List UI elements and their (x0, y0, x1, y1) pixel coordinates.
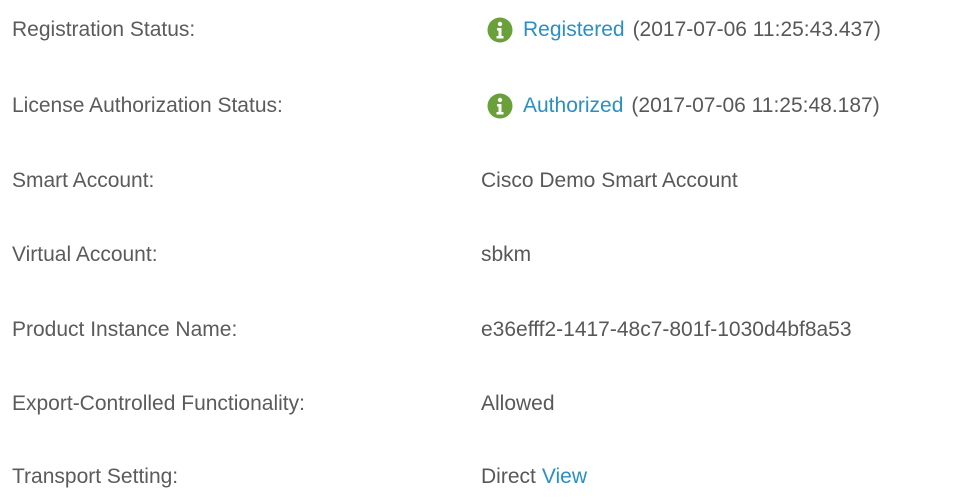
transport-view-link[interactable]: View (542, 465, 587, 489)
registration-timestamp: (2017-07-06 11:25:43.437) (632, 18, 881, 41)
license-authorization-status-label: License Authorization Status: (12, 94, 283, 117)
registration-status-value: Registered (2017-07-06 11:25:43.437) (487, 17, 881, 43)
transport-setting-label: Transport Setting: (12, 465, 179, 488)
info-icon (487, 93, 513, 119)
smart-account-value: Cisco Demo Smart Account (481, 169, 738, 192)
virtual-account-row: Virtual Account: sbkm (0, 235, 972, 275)
export-controlled-functionality-label: Export-Controlled Functionality: (12, 392, 305, 415)
license-authorization-timestamp: (2017-07-06 11:25:48.187) (631, 94, 880, 117)
smart-account-label: Smart Account: (12, 169, 155, 192)
export-controlled-functionality-row: Export-Controlled Functionality: Allowed (0, 384, 972, 424)
product-instance-name-value: e36efff2-1417-48c7-801f-1030d4bf8a53 (481, 318, 852, 341)
registered-status-link[interactable]: Registered (523, 18, 625, 42)
transport-setting-value: Direct View (481, 465, 587, 489)
info-icon (487, 17, 513, 43)
license-authorization-status-row: License Authorization Status: Authorized… (0, 86, 972, 126)
transport-setting-mode: Direct (481, 465, 536, 488)
export-controlled-functionality-value: Allowed (481, 392, 555, 415)
smart-license-status-panel: Registration Status: Registered (2017-07… (0, 0, 972, 491)
virtual-account-label: Virtual Account: (12, 243, 158, 266)
product-instance-name-row: Product Instance Name: e36efff2-1417-48c… (0, 310, 972, 350)
license-authorization-status-value: Authorized (2017-07-06 11:25:48.187) (487, 93, 880, 119)
authorized-status-link[interactable]: Authorized (523, 94, 623, 118)
transport-setting-row: Transport Setting: Direct View (0, 457, 972, 497)
registration-status-row: Registration Status: Registered (2017-07… (0, 10, 972, 50)
product-instance-name-label: Product Instance Name: (12, 318, 238, 341)
virtual-account-value: sbkm (481, 243, 532, 266)
smart-account-row: Smart Account: Cisco Demo Smart Account (0, 161, 972, 201)
registration-status-label: Registration Status: (12, 18, 196, 41)
